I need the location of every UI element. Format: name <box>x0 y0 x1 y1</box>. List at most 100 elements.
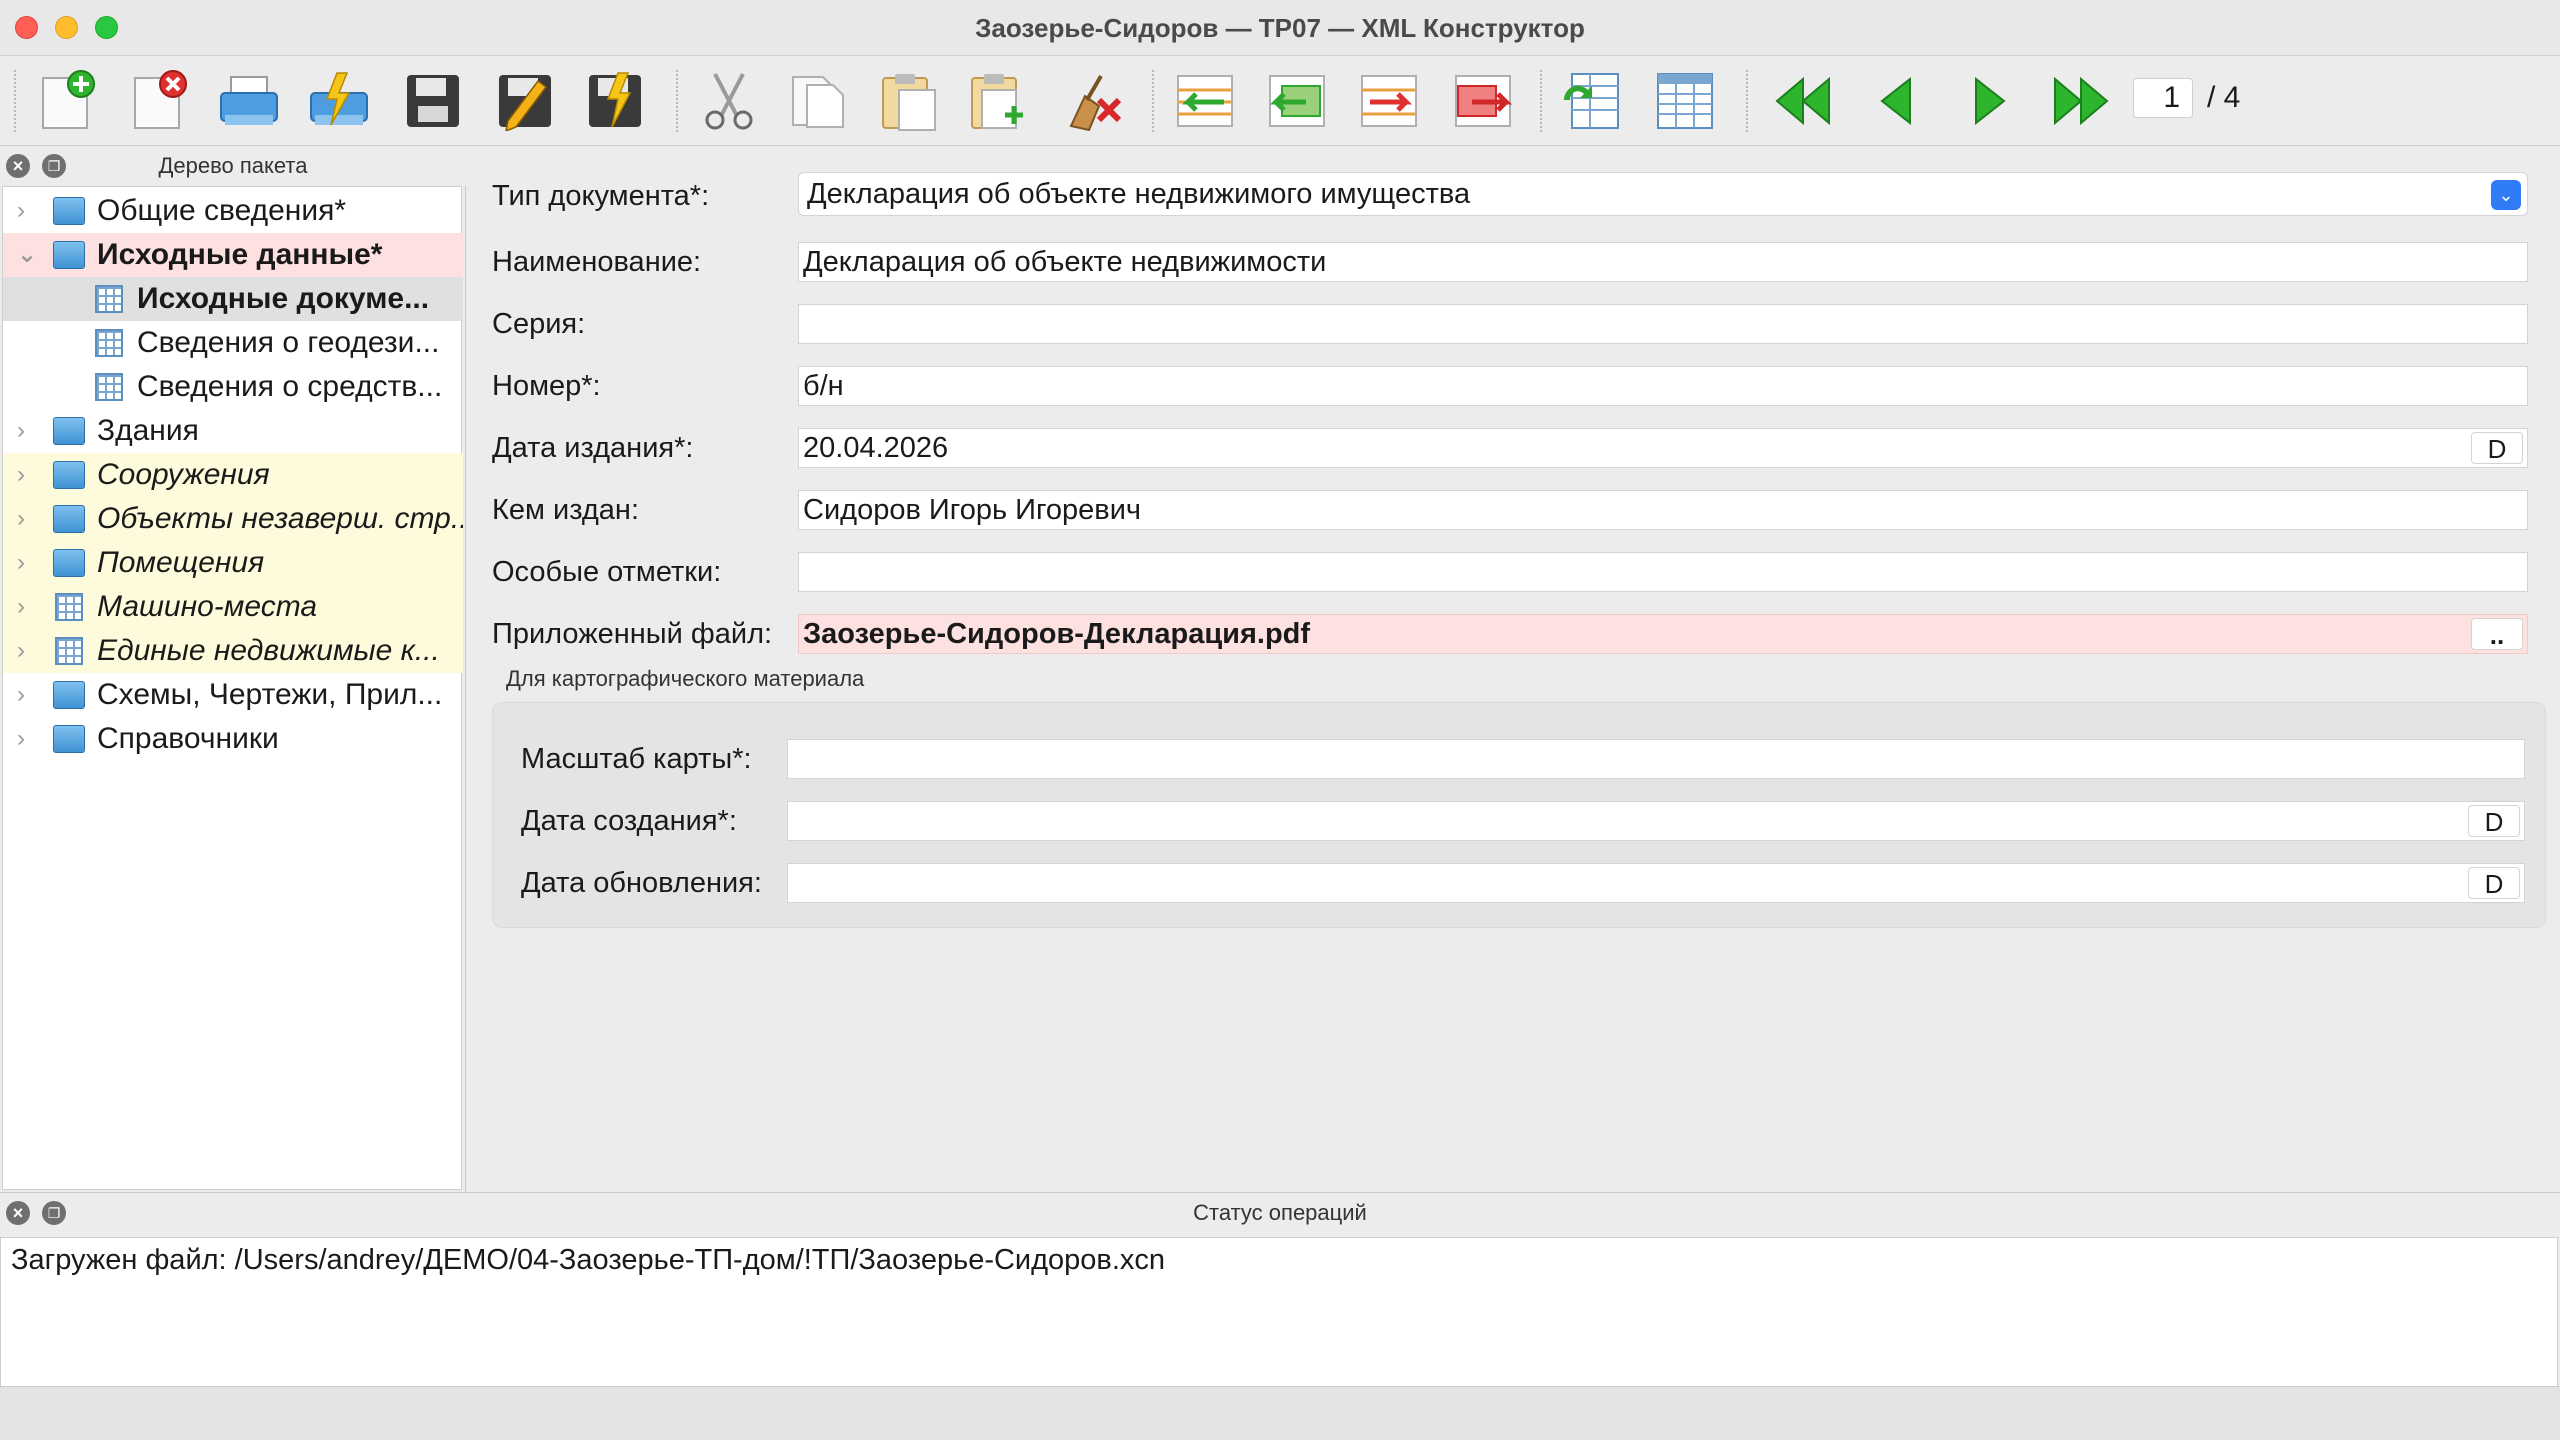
tree-item-general-info[interactable]: › Общие сведения* <box>3 189 463 233</box>
save-as-pencil-icon <box>499 75 551 131</box>
delete-document-button[interactable] <box>126 68 192 134</box>
issue-date-label: Дата издания*: <box>492 432 694 464</box>
tree-item-label: Сведения о средств... <box>137 370 443 403</box>
page-number-input[interactable]: 1 <box>2133 78 2193 118</box>
prev-page-button[interactable] <box>1864 68 1930 134</box>
table-refresh-button[interactable] <box>1558 68 1624 134</box>
tree-item-buildings[interactable]: › Здания <box>3 409 463 453</box>
package-tree[interactable]: › Общие сведения* ⌄ Исходные данные* Исх… <box>2 186 463 1190</box>
toolbar-separator <box>676 70 678 132</box>
page-total: / 4 <box>2207 81 2241 114</box>
save-lightning-icon <box>589 72 641 128</box>
series-field[interactable] <box>798 304 2528 344</box>
chevron-right-icon[interactable]: › <box>17 189 37 233</box>
tree-item-references[interactable]: › Справочники <box>3 717 463 761</box>
chevron-right-icon[interactable]: › <box>17 453 37 497</box>
tree-item-instruments-info[interactable]: Сведения о средств... <box>3 365 463 409</box>
chevron-right-icon[interactable]: › <box>17 585 37 629</box>
save-as-button[interactable] <box>494 68 560 134</box>
save-lightning-button[interactable] <box>584 68 650 134</box>
print-button[interactable] <box>216 68 282 134</box>
created-date-field[interactable]: D <box>787 801 2525 841</box>
chevron-down-icon[interactable]: ⌄ <box>2491 180 2521 210</box>
chevron-right-icon[interactable]: › <box>17 717 37 761</box>
save-button[interactable] <box>400 68 466 134</box>
new-document-button[interactable] <box>34 68 100 134</box>
row-move-left-button[interactable] <box>1172 68 1238 134</box>
toolbar-separator <box>1152 70 1154 132</box>
name-field[interactable]: Декларация об объекте недвижимости <box>798 242 2528 282</box>
issued-by-label: Кем издан: <box>492 494 639 526</box>
tree-item-schemes-drawings[interactable]: › Схемы, Чертежи, Прил... <box>3 673 463 717</box>
chevron-right-icon[interactable]: › <box>17 673 37 717</box>
tree-item-label: Общие сведения* <box>97 194 347 227</box>
grid-icon <box>95 285 123 313</box>
print-icon <box>220 76 278 125</box>
status-log[interactable]: Загружен файл: /Users/andrey/ДЕМО/04-Зао… <box>0 1237 2558 1387</box>
save-icon <box>407 75 459 127</box>
chevron-right-icon[interactable]: › <box>17 541 37 585</box>
tree-item-label: Исходные докуме... <box>137 282 430 315</box>
table-refresh-icon <box>1563 73 1619 129</box>
tree-item-structures[interactable]: › Сооружения <box>3 453 463 497</box>
folder-icon <box>53 417 85 445</box>
doc-type-value: Декларация об объекте недвижимого имущес… <box>807 178 1471 210</box>
doc-type-select[interactable]: Декларация об объекте недвижимого имущес… <box>798 172 2528 216</box>
paste-add-button[interactable] <box>966 68 1032 134</box>
paste-button[interactable] <box>876 68 942 134</box>
attached-file-field[interactable]: Заозерье-Сидоров-Декларация.pdf .. <box>798 614 2528 654</box>
tree-item-label: Здания <box>97 414 199 447</box>
folder-icon <box>53 549 85 577</box>
status-panel: × ❐ Статус операций Загружен файл: /User… <box>0 1192 2560 1387</box>
tree-item-geodetic-info[interactable]: Сведения о геодези... <box>3 321 463 365</box>
row-insert-right-button[interactable] <box>1450 68 1516 134</box>
issue-date-picker-button[interactable]: D <box>2471 432 2523 464</box>
copy-button[interactable] <box>786 68 852 134</box>
created-date-label: Дата создания*: <box>521 805 737 837</box>
issue-date-field[interactable]: 20.04.2026 D <box>798 428 2528 468</box>
row-insert-left-button[interactable] <box>1264 68 1330 134</box>
last-page-button[interactable] <box>2048 68 2114 134</box>
map-scale-field[interactable] <box>787 739 2525 779</box>
print-lightning-icon <box>310 72 368 126</box>
next-page-button[interactable] <box>1956 68 2022 134</box>
updated-date-picker-button[interactable]: D <box>2468 867 2520 899</box>
folder-icon <box>53 681 85 709</box>
tree-item-unfinished-objects[interactable]: › Объекты незаверш. стр... <box>3 497 463 541</box>
print-lightning-button[interactable] <box>306 68 372 134</box>
created-date-picker-button[interactable]: D <box>2468 805 2520 837</box>
tree-item-label: Машино-места <box>97 590 318 623</box>
chevron-right-icon[interactable]: › <box>17 629 37 673</box>
prev-page-icon <box>1880 76 1911 126</box>
cut-icon <box>705 73 753 130</box>
chevron-right-icon[interactable]: › <box>17 409 37 453</box>
name-label: Наименование: <box>492 246 702 278</box>
title-bar: Заозерье-Сидоров — ТР07 — XML Конструкто… <box>0 0 2560 56</box>
tree-item-label: Объекты незаверш. стр... <box>97 502 463 535</box>
chevron-down-icon[interactable]: ⌄ <box>17 233 37 277</box>
tree-item-unified-real-estate[interactable]: › Единые недвижимые к... <box>3 629 463 673</box>
row-move-right-button[interactable] <box>1356 68 1422 134</box>
issued-by-field[interactable]: Сидоров Игорь Игоревич <box>798 490 2528 530</box>
tree-item-premises[interactable]: › Помещения <box>3 541 463 585</box>
cut-button[interactable] <box>696 68 762 134</box>
next-page-icon <box>1975 76 2006 126</box>
table-columns-button[interactable] <box>1652 68 1718 134</box>
document-form: Тип документа*: Декларация об объекте не… <box>468 146 2560 1192</box>
tree-item-source-data[interactable]: ⌄ Исходные данные* <box>3 233 463 277</box>
tree-item-label: Справочники <box>97 722 279 755</box>
toolbar-separator <box>14 70 16 132</box>
chevron-right-icon[interactable]: › <box>17 497 37 541</box>
tree-item-label: Исходные данные* <box>97 238 383 271</box>
first-page-button[interactable] <box>1770 68 1836 134</box>
clear-button[interactable] <box>1060 68 1126 134</box>
last-page-icon <box>2054 76 2109 126</box>
browse-file-button[interactable]: .. <box>2471 618 2523 650</box>
updated-date-field[interactable]: D <box>787 863 2525 903</box>
notes-field[interactable] <box>798 552 2528 592</box>
tree-item-label: Помещения <box>97 546 265 579</box>
tree-item-parking-spaces[interactable]: › Машино-места <box>3 585 463 629</box>
issue-date-value: 20.04.2026 <box>803 432 949 464</box>
tree-item-source-documents[interactable]: Исходные докуме... <box>3 277 463 321</box>
number-field[interactable]: б/н <box>798 366 2528 406</box>
